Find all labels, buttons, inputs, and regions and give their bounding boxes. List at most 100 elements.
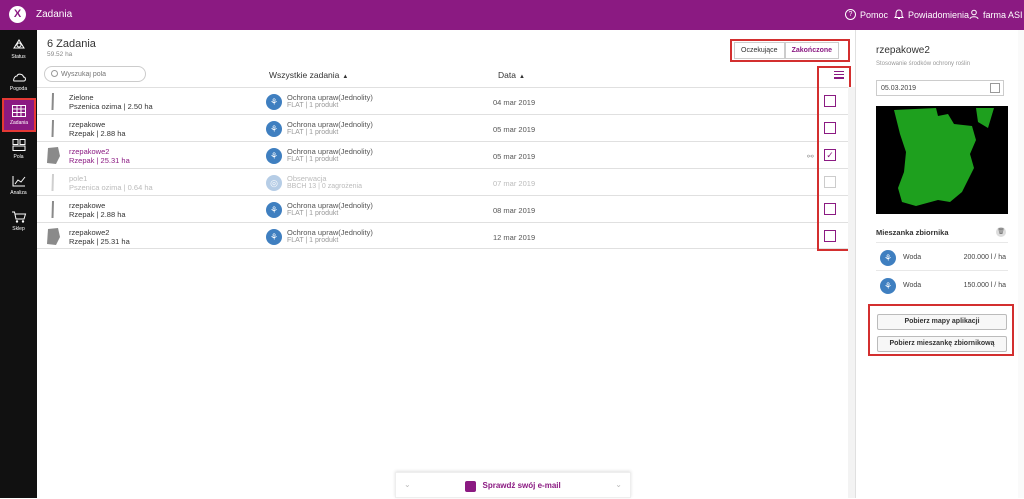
table-row[interactable]: rzepakowe2 Rzepak | 25.31 ha ⚘ Ochrona u… xyxy=(37,222,855,249)
nav-weather-label: Pogoda xyxy=(9,86,28,92)
search-field[interactable] xyxy=(44,66,146,82)
field-name: pole1 xyxy=(69,174,88,183)
crop-protection-icon: ⚘ xyxy=(880,278,896,294)
weather-icon xyxy=(12,73,26,82)
status-icon xyxy=(12,39,25,49)
task-date: 05 mar 2019 xyxy=(493,152,536,161)
table-row[interactable]: rzepakowe Rzepak | 2.88 ha ⚘ Ochrona upr… xyxy=(37,114,855,141)
link-icon[interactable]: ⚯ xyxy=(807,152,814,161)
main-content: 6 Zadania 59.52 ha Oczekujące Zakończone… xyxy=(37,30,855,498)
tasks-table: Zielone Pszenica ozima | 2.50 ha ⚘ Ochro… xyxy=(37,87,855,249)
help-label: Pomoc xyxy=(860,9,889,20)
tank-mix-name: Woda xyxy=(903,282,922,289)
tank-mix-item: ⚘ Woda 200.000 l / ha xyxy=(876,242,1008,272)
tank-mix-rate: 150.000 l / ha xyxy=(963,282,1006,289)
field-shape-icon xyxy=(47,228,60,245)
task-date: 08 mar 2019 xyxy=(493,206,536,215)
table-row[interactable]: pole1 Pszenica ozima | 0.64 ha ◎ Obserwa… xyxy=(37,168,855,195)
status-toggle: Oczekujące Zakończone xyxy=(730,39,850,62)
panel-scrollbar[interactable] xyxy=(1018,30,1024,498)
help-icon: ? xyxy=(845,9,856,20)
field-shape-icon xyxy=(51,174,54,191)
task-name: Ochrona upraw(Jednolity) xyxy=(287,93,373,102)
table-row[interactable]: rzepakowe Rzepak | 2.88 ha ⚘ Ochrona upr… xyxy=(37,195,855,222)
table-row[interactable]: rzepakowe2 Rzepak | 25.31 ha ⚘ Ochrona u… xyxy=(37,141,855,168)
column-header-tasks[interactable]: Wszystkie zadania ▲ xyxy=(269,70,348,80)
tasks-icon xyxy=(12,105,26,117)
chevron-down-icon: ⌄ xyxy=(404,480,411,489)
left-nav: Status Pogoda Zadania Pola Analiza Sklep xyxy=(0,30,37,498)
status-pending-button[interactable]: Oczekujące xyxy=(734,42,785,59)
nav-fields-label: Pola xyxy=(13,154,24,160)
search-input[interactable] xyxy=(61,69,141,79)
chevron-down-icon: ⌄ xyxy=(615,480,622,489)
search-icon xyxy=(51,70,58,77)
crop-protection-icon: ⚘ xyxy=(880,250,896,266)
user-label: farma ASI xyxy=(983,9,1023,20)
tank-mix-rate: 200.000 l / ha xyxy=(963,254,1006,261)
nav-tasks[interactable]: Zadania xyxy=(2,98,36,132)
nav-fields[interactable]: Pola xyxy=(0,134,37,170)
user-menu[interactable]: farma ASI xyxy=(969,9,1023,20)
field-crop-area: Rzepak | 25.31 ha xyxy=(69,156,130,165)
field-crop-area: Pszenica ozima | 0.64 ha xyxy=(69,183,153,192)
task-detail: FLAT | 1 produkt xyxy=(287,129,339,136)
sort-asc-icon: ▲ xyxy=(518,74,525,80)
nav-analysis[interactable]: Analiza xyxy=(0,170,37,206)
field-crop-area: Pszenica ozima | 2.50 ha xyxy=(69,102,153,111)
download-application-maps-button[interactable]: Pobierz mapy aplikacji xyxy=(877,314,1007,330)
task-name: Ochrona upraw(Jednolity) xyxy=(287,201,373,210)
nav-analysis-label: Analiza xyxy=(10,190,27,196)
status-done-button[interactable]: Zakończone xyxy=(784,42,840,59)
email-banner[interactable]: ⌄ Sprawdź swój e-mail ⌄ xyxy=(395,472,631,498)
field-shape-icon xyxy=(51,120,54,137)
field-map xyxy=(876,106,1008,214)
checkbox-column-highlight xyxy=(817,66,851,251)
task-detail: BBCH 13 | 0 zagrożenia xyxy=(287,183,362,190)
field-shape-icon xyxy=(47,147,60,164)
tasks-area-total: 59.52 ha xyxy=(47,51,73,58)
task-name: Ochrona upraw(Jednolity) xyxy=(287,120,373,129)
field-crop-area: Rzepak | 2.88 ha xyxy=(69,129,126,138)
field-shape-icon xyxy=(51,93,54,110)
crop-protection-icon: ⚘ xyxy=(266,148,282,164)
download-buttons-highlight: Pobierz mapy aplikacji Pobierz mieszankę… xyxy=(868,304,1014,356)
task-name: Ochrona upraw(Jednolity) xyxy=(287,228,373,237)
email-banner-text: Sprawdź swój e-mail xyxy=(482,481,561,490)
tasks-count-title: 6 Zadania xyxy=(47,38,96,50)
observation-icon: ◎ xyxy=(266,175,282,191)
column-header-date[interactable]: Data ▲ xyxy=(498,70,525,80)
nav-weather[interactable]: Pogoda xyxy=(0,66,37,102)
main-scrollbar[interactable] xyxy=(848,87,855,498)
task-name: Obserwacja xyxy=(287,174,327,183)
notifications-link[interactable]: Powiadomienia xyxy=(894,9,969,20)
shield-icon xyxy=(465,480,477,492)
crop-protection-icon: ⚘ xyxy=(266,229,282,245)
tank-mix-item: ⚘ Woda 150.000 l / ha xyxy=(876,270,1008,300)
task-date: 05 mar 2019 xyxy=(493,125,536,134)
panel-subtitle: Stosowanie środków ochrony roślin xyxy=(876,61,971,67)
field-name: Zielone xyxy=(69,93,94,102)
bell-icon xyxy=(894,9,904,19)
task-detail: FLAT | 1 produkt xyxy=(287,210,339,217)
date-field[interactable] xyxy=(876,80,1004,96)
crop-protection-icon: ⚘ xyxy=(266,202,282,218)
task-date: 12 mar 2019 xyxy=(493,233,536,242)
nav-shop[interactable]: Sklep xyxy=(0,206,37,242)
calendar-icon[interactable] xyxy=(990,83,1000,93)
app-logo[interactable]: X xyxy=(9,6,26,23)
nav-tasks-label: Zadania xyxy=(9,120,29,126)
help-link[interactable]: ? Pomoc xyxy=(845,9,888,20)
task-detail: FLAT | 1 produkt xyxy=(287,237,339,244)
table-row[interactable]: Zielone Pszenica ozima | 2.50 ha ⚘ Ochro… xyxy=(37,87,855,114)
trash-icon[interactable]: 🗑 xyxy=(996,227,1006,237)
task-detail-panel: rzepakowe2 Stosowanie środków ochrony ro… xyxy=(855,30,1024,498)
field-shape-icon xyxy=(51,201,54,218)
sort-asc-icon: ▲ xyxy=(342,74,349,80)
crop-protection-icon: ⚘ xyxy=(266,94,282,110)
tank-mix-name: Woda xyxy=(903,254,922,261)
task-detail: FLAT | 1 produkt xyxy=(287,102,339,109)
nav-status[interactable]: Status xyxy=(0,34,37,70)
nav-status-label: Status xyxy=(11,54,26,60)
download-tank-mix-button[interactable]: Pobierz mieszankę zbiornikową xyxy=(877,336,1007,352)
